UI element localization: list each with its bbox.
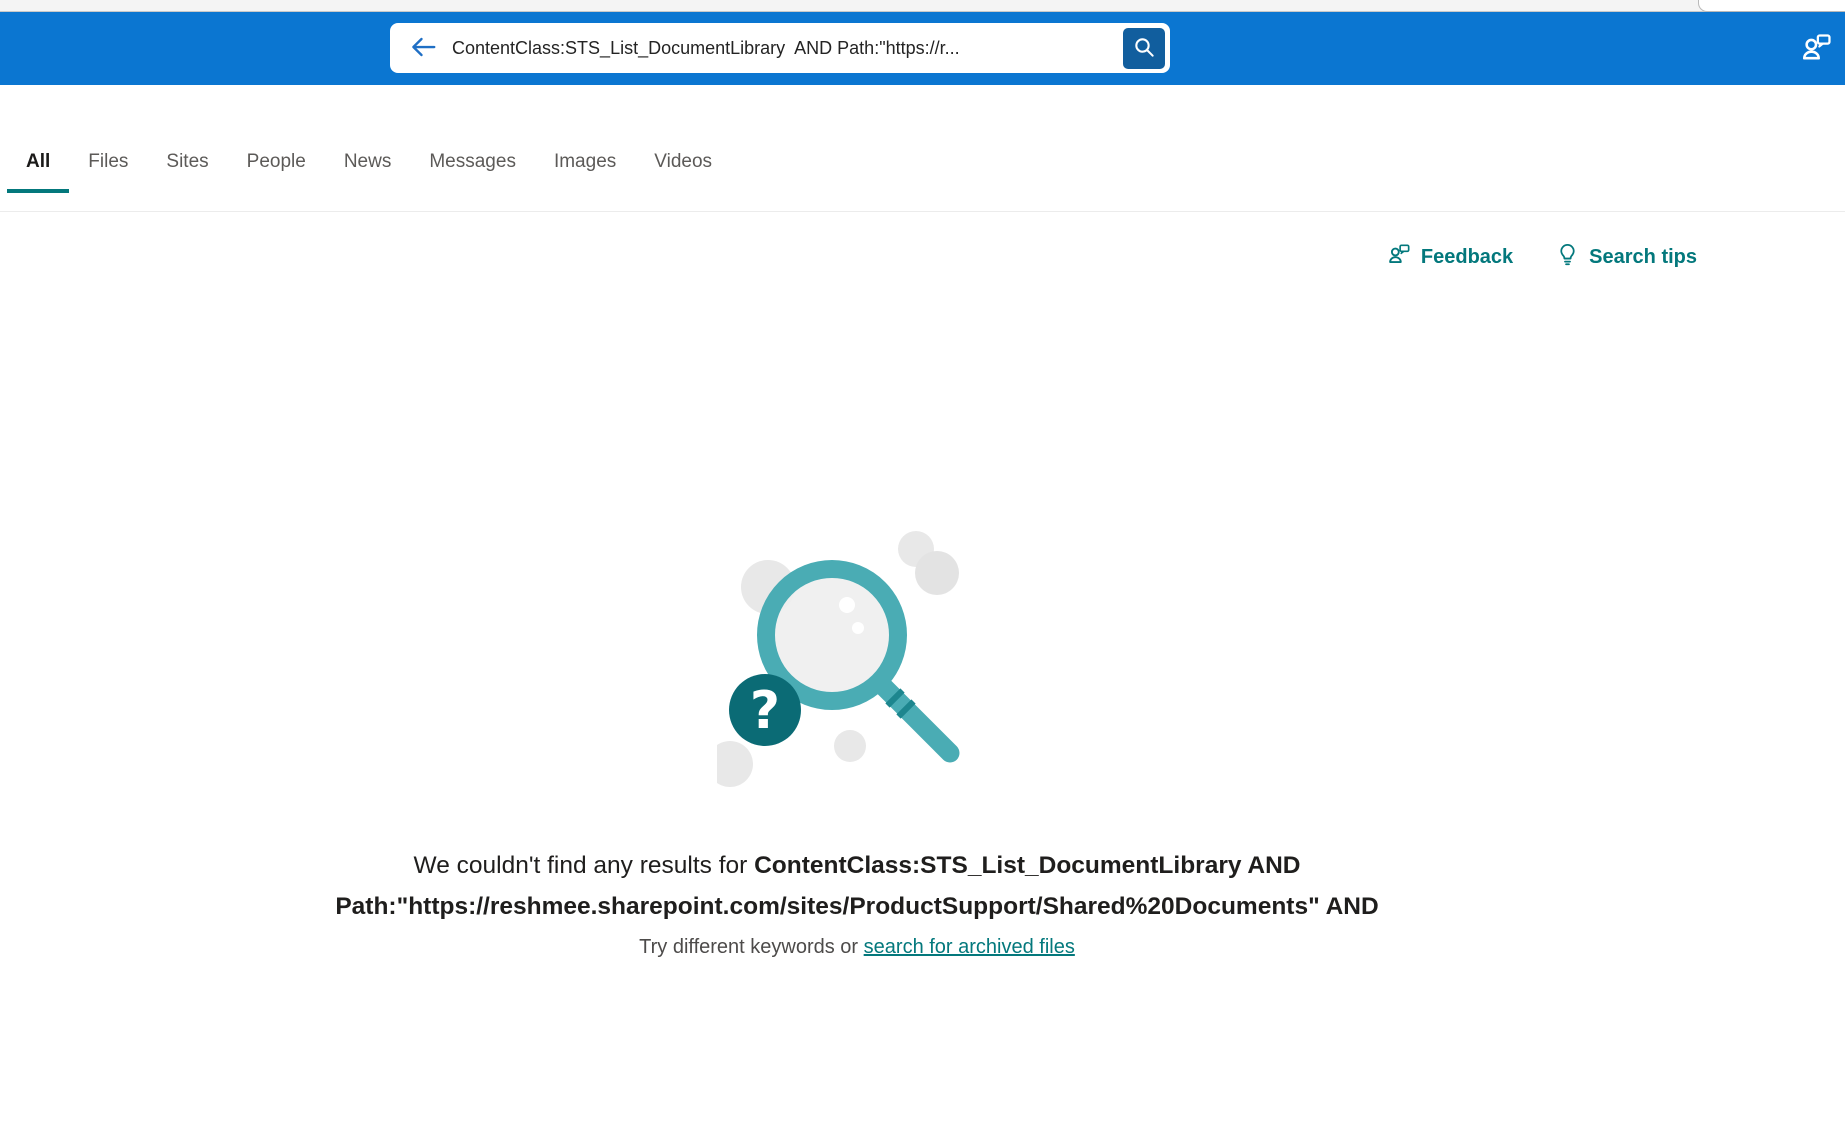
feedback-link[interactable]: Feedback	[1387, 242, 1513, 273]
magnifier-question-illustration: ?	[717, 520, 997, 800]
search-input[interactable]: ContentClass:STS_List_DocumentLibrary AN…	[452, 38, 1123, 59]
tab-news[interactable]: News	[325, 135, 411, 193]
search-box[interactable]: ContentClass:STS_List_DocumentLibrary AN…	[390, 23, 1170, 73]
header-feedback-button[interactable]	[1799, 31, 1835, 67]
search-submit-button[interactable]	[1123, 28, 1165, 69]
tab-videos[interactable]: Videos	[635, 135, 731, 193]
message-prefix: We couldn't find any results for	[414, 852, 755, 879]
arrow-left-icon	[408, 32, 438, 65]
lightbulb-icon	[1555, 242, 1580, 273]
tab-all[interactable]: All	[7, 135, 69, 193]
suggestion-line: Try different keywords or search for arc…	[0, 936, 1714, 959]
results-tab-bar: All Files Sites People News Messages Ima…	[0, 85, 1845, 212]
browser-edge	[0, 0, 1845, 12]
vertical-tabs: All Files Sites People News Messages Ima…	[7, 135, 731, 193]
feedback-label: Feedback	[1421, 246, 1513, 269]
search-tips-link[interactable]: Search tips	[1555, 242, 1697, 273]
magnifier-icon	[1131, 34, 1157, 63]
person-feedback-icon	[1800, 31, 1834, 68]
tab-bar-actions: Feedback Search tips	[1387, 235, 1697, 279]
svg-text:?: ?	[750, 681, 780, 741]
search-tips-label: Search tips	[1589, 246, 1697, 269]
back-button[interactable]	[406, 31, 440, 65]
tab-files[interactable]: Files	[69, 135, 147, 193]
query-text-line-2: Path:"https://reshmee.sharepoint.com/sit…	[335, 893, 1378, 920]
tab-people[interactable]: People	[228, 135, 325, 193]
tab-messages[interactable]: Messages	[410, 135, 535, 193]
header-bar: ContentClass:STS_List_DocumentLibrary AN…	[0, 12, 1845, 85]
browser-edge-corner	[1698, 0, 1845, 12]
archived-files-link[interactable]: search for archived files	[864, 936, 1075, 958]
tab-sites[interactable]: Sites	[147, 135, 227, 193]
query-text-line-1: ContentClass:STS_List_DocumentLibrary AN…	[754, 852, 1300, 879]
tab-images[interactable]: Images	[535, 135, 635, 193]
person-feedback-icon	[1387, 242, 1412, 273]
no-results-message: We couldn't find any results for Content…	[0, 845, 1714, 927]
suggestion-prefix: Try different keywords or	[639, 936, 864, 958]
